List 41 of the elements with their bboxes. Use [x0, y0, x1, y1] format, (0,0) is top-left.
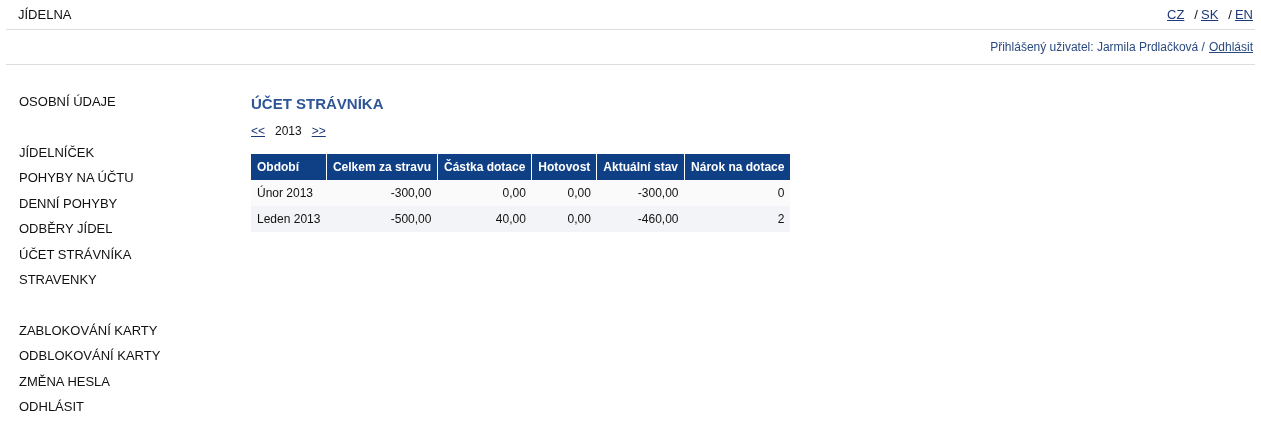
column-header: Hotovost: [531, 154, 597, 180]
year-label: 2013: [275, 123, 302, 140]
separator: /: [1228, 5, 1232, 24]
language-link[interactable]: SK: [1200, 4, 1219, 25]
table-cell: -500,00: [326, 206, 438, 232]
logged-user-text: Přihlášený uživatel: Jarmila Prdlačková /: [990, 39, 1205, 56]
previous-year-link[interactable]: <<: [251, 122, 265, 140]
column-header: Celkem za stravu: [326, 154, 438, 180]
language-link[interactable]: CZ: [1167, 4, 1185, 25]
table-cell: -300,00: [326, 180, 438, 206]
sidebar-item[interactable]: JÍDELNÍČEK: [19, 139, 251, 165]
sidebar-item[interactable]: OSOBNÍ ÚDAJE: [19, 89, 251, 115]
table-cell: 0,00: [437, 180, 532, 206]
table-cell: 0,00: [531, 180, 597, 206]
table-cell: 0,00: [531, 206, 597, 232]
column-header: Nárok na dotace: [684, 154, 791, 180]
page-title: ÚČET STRÁVNÍKA: [251, 94, 385, 114]
site-title: JÍDELNA: [18, 5, 72, 24]
column-header: Částka dotace: [437, 154, 532, 180]
sidebar-item[interactable]: DENNÍ POHYBY: [19, 190, 251, 216]
sidebar-item[interactable]: POHYBY NA ÚČTU: [19, 165, 251, 191]
table-cell: 2: [684, 206, 791, 232]
next-year-link[interactable]: >>: [311, 122, 326, 140]
logout-link[interactable]: Odhlásit: [1208, 38, 1253, 56]
sidebar-item[interactable]: ODBLOKOVÁNÍ KARTY: [19, 343, 251, 369]
table-cell: -460,00: [596, 206, 685, 232]
column-header: Období: [251, 154, 327, 180]
sidebar-item[interactable]: ZABLOKOVÁNÍ KARTY: [19, 317, 251, 343]
sidebar-item[interactable]: ODHLÁSIT: [19, 394, 251, 420]
table-cell: 40,00: [437, 206, 532, 232]
column-header: Aktuální stav: [596, 154, 685, 180]
sidebar-item[interactable]: STRAVENKY: [19, 267, 251, 293]
language-link[interactable]: EN: [1234, 4, 1253, 25]
table-cell: 0: [684, 180, 791, 206]
sidebar-item[interactable]: ZMĚNA HESLA: [19, 368, 251, 394]
table-cell: -300,00: [596, 180, 685, 206]
sidebar-item[interactable]: ÚČET STRÁVNÍKA: [19, 241, 251, 267]
table-cell: Leden 2013: [251, 206, 327, 232]
table-cell: Únor 2013: [251, 180, 327, 206]
sidebar-item[interactable]: ODBĚRY JÍDEL: [19, 216, 251, 242]
separator: /: [1194, 5, 1198, 24]
